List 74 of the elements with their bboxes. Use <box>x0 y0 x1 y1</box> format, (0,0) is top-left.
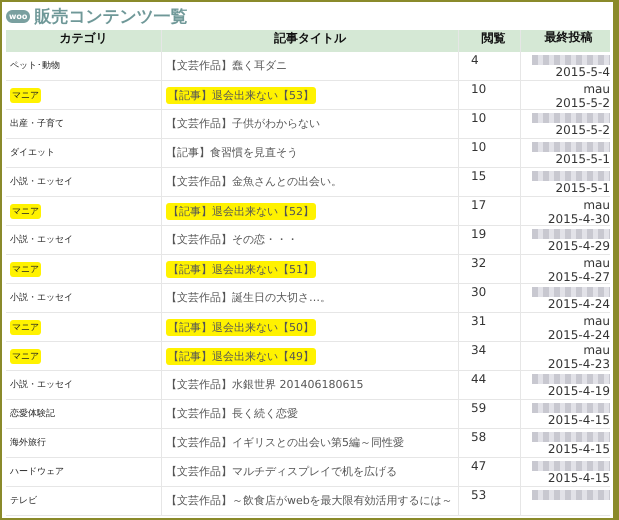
post-date: 2015-4-19 <box>548 384 610 398</box>
view-count: 17 <box>471 198 486 212</box>
category-text: マニア <box>10 349 41 364</box>
category-text: テレビ <box>10 494 38 507</box>
category-text: 小説・エッセイ <box>10 176 74 188</box>
view-count: 47 <box>471 459 486 473</box>
view-count: 34 <box>471 343 486 357</box>
post-date: 2015-5-1 <box>556 181 610 195</box>
category-text: マニア <box>10 262 41 277</box>
view-count: 19 <box>471 227 486 241</box>
article-title-link[interactable]: 【文芸作品】蠢く耳ダニ <box>166 58 454 73</box>
column-header: カテゴリ <box>6 30 162 52</box>
article-title-link[interactable]: 【文芸作品】子供がわからない <box>166 116 454 131</box>
view-count: 15 <box>471 169 486 183</box>
view-count: 10 <box>471 82 486 96</box>
view-count: 58 <box>471 430 486 444</box>
column-header: 最終投稿 <box>544 30 594 46</box>
post-date: 2015-5-1 <box>556 152 610 166</box>
post-date: 2015-4-27 <box>548 270 610 284</box>
category-text: ダイエット <box>10 146 56 159</box>
category-text: ハードウェア <box>10 466 65 478</box>
view-count: 10 <box>471 111 486 125</box>
article-title-link[interactable]: 【記事】退会出来ない【49】 <box>166 348 316 365</box>
category-text: マニア <box>10 88 41 103</box>
article-title-link[interactable]: 【記事】退会出来ない【52】 <box>166 203 316 220</box>
article-title-link[interactable]: 【文芸作品】イギリスとの出会い第5編～同性愛 <box>166 435 454 450</box>
article-title-link[interactable]: 【記事】退会出来ない【51】 <box>166 261 316 278</box>
post-date: 2015-5-2 <box>556 96 610 110</box>
article-title-link[interactable]: 【文芸作品】誕生日の大切さ…。 <box>166 290 454 305</box>
author-name: mau <box>583 82 610 96</box>
category-text: ペット･動物 <box>10 60 61 72</box>
author-name: mau <box>583 198 610 212</box>
article-title-link[interactable]: 【文芸作品】長く続く恋愛 <box>166 406 454 421</box>
category-text: 小説・エッセイ <box>10 234 74 246</box>
post-date: 2015-4-15 <box>548 442 610 456</box>
post-date: 2015-4-29 <box>548 239 610 253</box>
post-date: 2015-4-24 <box>548 328 610 342</box>
article-title-link[interactable]: 【文芸作品】水銀世界 201406180615 <box>166 377 454 392</box>
article-title-link[interactable]: 【文芸作品】～飲食店がwebを最大限有効活用するには～ <box>166 493 454 508</box>
view-count: 32 <box>471 256 486 270</box>
category-text: 海外旅行 <box>10 436 47 449</box>
column-header: 記事タイトル <box>162 30 459 52</box>
view-count: 30 <box>471 285 486 299</box>
article-title-link[interactable]: 【文芸作品】マルチディスプレイで机を広げる <box>166 464 454 479</box>
category-text: 小説・エッセイ <box>10 378 74 391</box>
article-title-link[interactable]: 【文芸作品】金魚さんとの出会い。 <box>166 174 454 189</box>
category-text: 小説・エッセイ <box>10 292 74 304</box>
author-name: mau <box>583 314 610 328</box>
author-name: mau <box>583 256 610 270</box>
category-text: 恋愛体験記 <box>10 408 56 420</box>
post-date: 2015-4-23 <box>548 357 610 371</box>
article-title-link[interactable]: 【記事】退会出来ない【50】 <box>166 319 316 336</box>
post-date: 2015-5-2 <box>556 123 610 137</box>
author-name: mau <box>583 343 610 357</box>
article-title-link[interactable]: 【文芸作品】その恋・・・ <box>166 232 454 247</box>
view-count: 59 <box>471 401 486 415</box>
column-header: 閲覧 <box>459 30 521 52</box>
page-title: 販売コンテンツ一覧 <box>34 6 188 28</box>
post-date: 2015-4-24 <box>548 297 610 311</box>
post-date: 2015-4-15 <box>548 471 610 485</box>
view-count: 10 <box>471 140 486 154</box>
logo-badge: woo <box>6 10 30 22</box>
post-date: 2015-5-4 <box>556 65 610 79</box>
view-count: 31 <box>471 314 486 328</box>
post-date: 2015-4-15 <box>548 413 610 427</box>
view-count: 44 <box>471 372 486 386</box>
view-count: 4 <box>471 53 479 67</box>
article-title-link[interactable]: 【記事】食習慣を見直そう <box>166 145 454 160</box>
view-count: 53 <box>471 488 486 502</box>
category-text: マニア <box>10 204 41 219</box>
post-date: 2015-4-30 <box>548 212 610 226</box>
article-title-link[interactable]: 【記事】退会出来ない【53】 <box>166 87 316 104</box>
category-text: マニア <box>10 320 41 335</box>
category-text: 出産・子育て <box>10 117 65 130</box>
